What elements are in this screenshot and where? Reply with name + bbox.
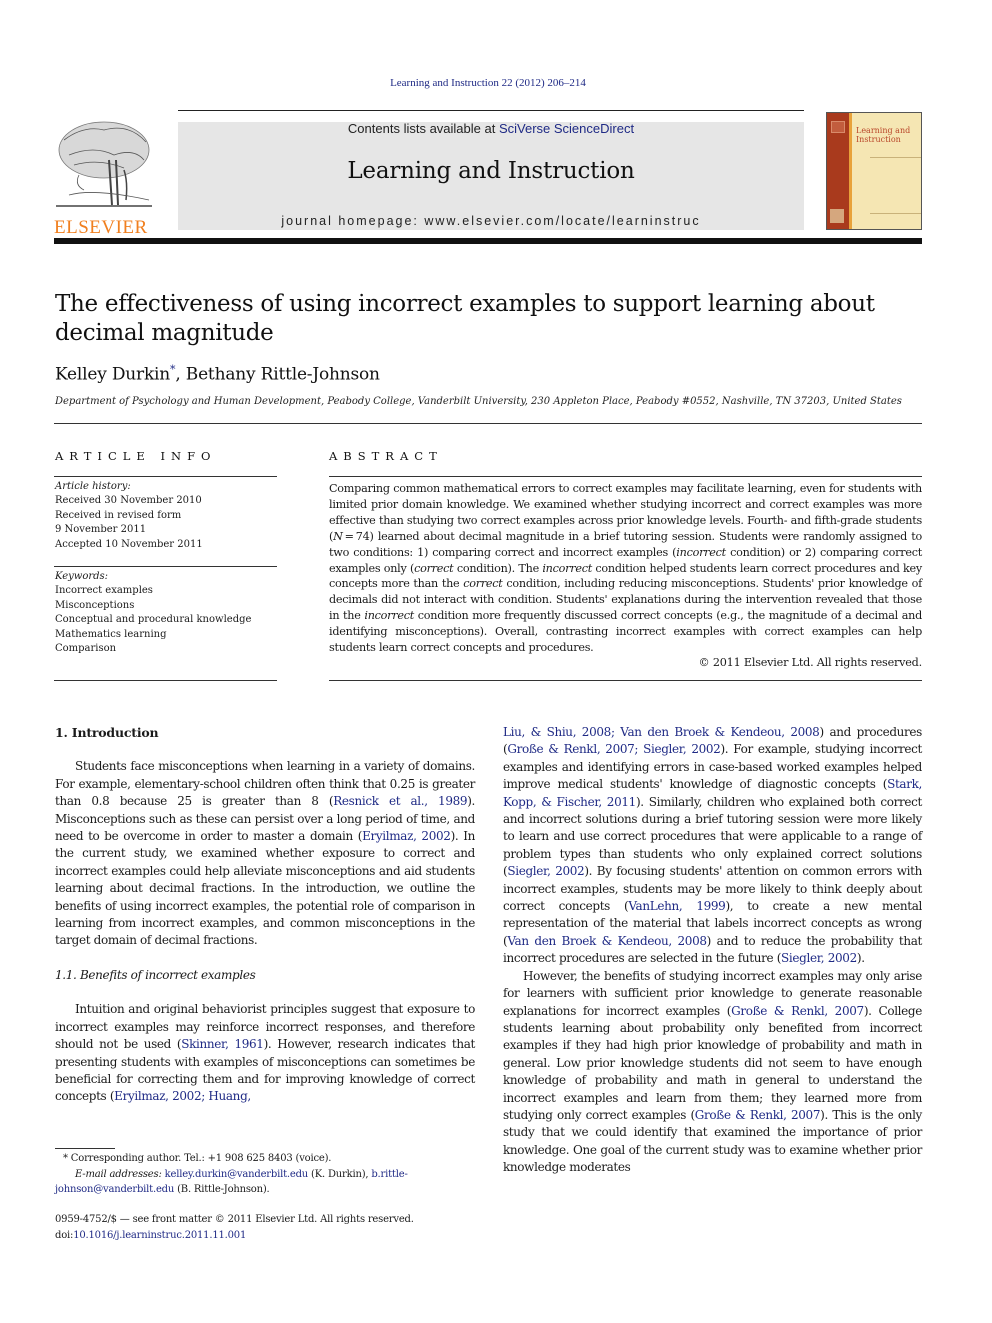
journal-citation-link[interactable]: Learning and Instruction 22 (2012) 206–2…: [0, 77, 976, 89]
article-history: Article history: Received 30 November 20…: [55, 480, 277, 552]
body-left-column: 1. Introduction Students face misconcept…: [55, 724, 475, 1106]
doi-label: doi:: [55, 1229, 74, 1241]
author-separator: ,: [175, 364, 186, 385]
journal-homepage-link[interactable]: journal homepage: www.elsevier.com/locat…: [178, 214, 804, 228]
journal-title: Learning and Instruction: [347, 158, 635, 184]
abstract-italic: incorrect: [676, 545, 726, 559]
cover-title-line1: Learning and: [856, 126, 911, 135]
citation-link[interactable]: Große & Renkl, 2007: [731, 1004, 864, 1018]
cover-stripe: [849, 113, 852, 229]
abstract-rule: [329, 680, 922, 681]
author-name[interactable]: Kelley Durkin: [55, 365, 170, 385]
cover-emblem-icon: [831, 121, 845, 133]
sciencedirect-link[interactable]: SciVerse ScienceDirect: [499, 121, 634, 136]
contents-prefix: Contents lists available at: [347, 121, 499, 136]
citation-link[interactable]: Van den Broek & Kendeou, 2008: [507, 934, 707, 948]
citation-link[interactable]: Große & Renkl, 2007: [695, 1108, 821, 1122]
email-link[interactable]: kelley.durkin@vanderbilt.edu: [165, 1169, 309, 1180]
paragraph: Liu, & Shiu, 2008; Van den Broek & Kende…: [503, 724, 922, 968]
text: ).: [856, 951, 865, 966]
contents-availability: Contents lists available at SciVerse Sci…: [178, 122, 804, 136]
section-rule: [54, 423, 922, 424]
issn-line: 0959-4752/$ — see front matter © 2011 El…: [55, 1214, 414, 1225]
citation-link[interactable]: Skinner, 1961: [181, 1037, 264, 1051]
text: (B. Rittle-Johnson).: [174, 1184, 270, 1195]
text: (K. Durkin),: [308, 1168, 372, 1180]
article-info-rule: [54, 680, 277, 681]
history-item: 9 November 2011: [55, 524, 147, 536]
article-info-heading: ARTICLE INFO: [55, 449, 217, 463]
abstract-copyright: © 2011 Elsevier Ltd. All rights reserved…: [698, 656, 922, 669]
abstract-italic: N: [333, 529, 343, 543]
cover-title: Learning and Instruction: [856, 126, 910, 144]
citation-link[interactable]: Eryilmaz, 2002; Huang,: [114, 1089, 251, 1103]
citation-link[interactable]: Siegler, 2002: [781, 951, 857, 965]
subsection-heading: 1.1. Benefits of incorrect examples: [55, 967, 256, 982]
author-name[interactable]: Bethany Rittle-Johnson: [186, 365, 380, 385]
author-list: Kelley Durkin*, Bethany Rittle-Johnson: [55, 363, 380, 385]
abstract-italic: incorrect: [542, 561, 592, 575]
citation-link[interactable]: VanLehn, 1999: [628, 899, 725, 913]
abstract-rule: [329, 476, 922, 477]
cover-title-line2: Instruction: [856, 135, 901, 144]
abstract-segment: condition). The: [453, 561, 543, 575]
article-history-label: Article history:: [55, 481, 131, 492]
abstract-text: Comparing common mathematical errors to …: [329, 481, 922, 656]
header-thick-rule: [54, 238, 922, 244]
citation-link[interactable]: Siegler, 2002: [507, 864, 584, 878]
abstract-heading: ABSTRACT: [329, 449, 443, 463]
keyword: Mathematics learning: [55, 628, 167, 640]
email-label: E-mail addresses:: [75, 1168, 162, 1180]
author-affiliation: Department of Psychology and Human Devel…: [55, 396, 902, 407]
doi-link[interactable]: 10.1016/j.learninstruc.2011.11.001: [73, 1230, 246, 1241]
journal-cover-thumbnail[interactable]: Learning and Instruction: [826, 112, 922, 230]
text: Corresponding author. Tel.: +1 908 625 8…: [67, 1153, 332, 1164]
elsevier-wordmark: ELSEVIER: [54, 217, 148, 238]
abstract-italic: incorrect: [364, 609, 414, 623]
cover-rule: [870, 157, 921, 158]
abstract-italic: correct: [414, 561, 454, 575]
history-item: Received 30 November 2010: [55, 495, 202, 507]
keywords-label: Keywords:: [55, 571, 109, 582]
footnote-rule: [55, 1148, 115, 1149]
citation-link[interactable]: Eryilmaz, 2002: [362, 829, 451, 843]
cover-rule: [870, 213, 921, 214]
citation-link[interactable]: Resnick et al., 1989: [333, 794, 467, 808]
paragraph: Intuition and original behaviorist princ…: [55, 1001, 475, 1105]
keyword: Conceptual and procedural knowledge: [55, 614, 252, 626]
keyword: Incorrect examples: [55, 585, 153, 597]
doi-line: doi:10.1016/j.learninstruc.2011.11.001: [55, 1228, 495, 1244]
article-info-rule: [54, 566, 277, 567]
keywords: Keywords: Incorrect examples Misconcepti…: [55, 570, 277, 656]
elsevier-tree-icon: [56, 121, 152, 207]
article-info-rule: [54, 476, 277, 477]
footnote-corresponding: * Corresponding author. Tel.: +1 908 625…: [55, 1151, 475, 1167]
body-right-column: Liu, & Shiu, 2008; Van den Broek & Kende…: [503, 724, 922, 1177]
citation-link[interactable]: Große & Renkl, 2007; Siegler, 2002: [507, 742, 720, 756]
journal-banner: Contents lists available at SciVerse Sci…: [178, 122, 804, 230]
section-heading-introduction: 1. Introduction: [55, 725, 159, 740]
cover-publisher-icon: [830, 209, 844, 223]
footnote-emails: E-mail addresses: kelley.durkin@vanderbi…: [55, 1167, 475, 1198]
footnotes: * Corresponding author. Tel.: +1 908 625…: [55, 1151, 475, 1198]
citation-link[interactable]: Liu, & Shiu, 2008; Van den Broek & Kende…: [503, 725, 820, 739]
abstract-italic: correct: [463, 577, 503, 591]
elsevier-logo[interactable]: ELSEVIER: [54, 120, 154, 238]
history-item: Received in revised form: [55, 509, 182, 521]
text: ). College students learning about proba…: [503, 1003, 923, 1122]
paragraph: However, the benefits of studying incorr…: [503, 968, 922, 1177]
article-title: The effectiveness of using incorrect exa…: [55, 291, 875, 346]
text: ). In the current study, we examined whe…: [55, 829, 475, 948]
paragraph: Students face misconceptions when learni…: [55, 758, 475, 949]
imprint: 0959-4752/$ — see front matter © 2011 El…: [55, 1212, 495, 1243]
abstract-segment: condition more frequently discussed corr…: [329, 609, 922, 655]
keyword: Misconceptions: [55, 599, 135, 611]
history-item: Accepted 10 November 2011: [55, 538, 203, 550]
keyword: Comparison: [55, 643, 117, 655]
header-rule: [178, 110, 804, 111]
